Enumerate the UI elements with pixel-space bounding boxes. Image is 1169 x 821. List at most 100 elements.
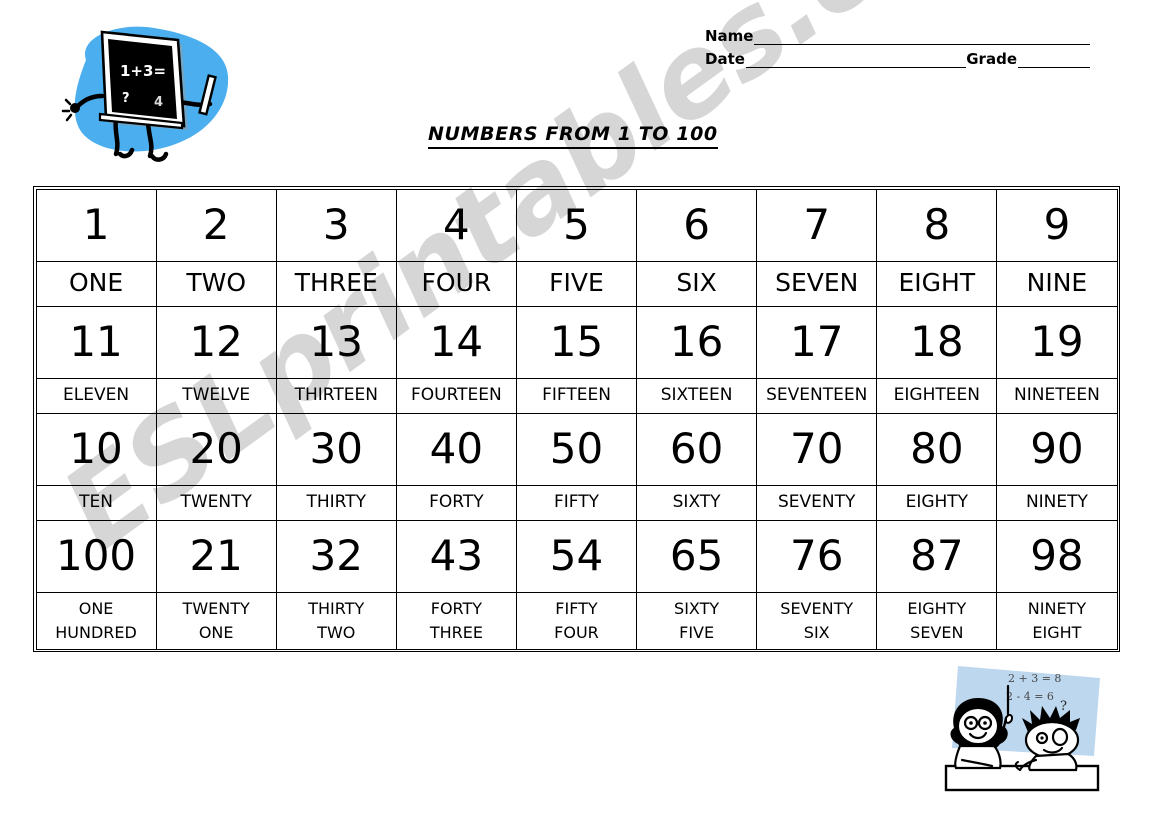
number-word-cell: SEVENTY SIX xyxy=(756,591,878,650)
worksheet-page: ESLprintables.com 1+3= ? 4 Name Date Gra… xyxy=(0,0,1169,821)
chalk-equation-text: 1+3= xyxy=(120,62,166,80)
numeral-cell: 11 xyxy=(35,305,157,379)
numeral-cell: 1 xyxy=(35,188,157,262)
number-word-cell: FIFTY FOUR xyxy=(515,591,638,650)
number-word-cell: TEN xyxy=(35,484,157,521)
table-row: 100 21 32 43 54 65 76 87 98 xyxy=(35,519,1118,593)
numbers-table-body: 1 2 3 4 5 6 7 8 9 ONE TWO THREE FOUR FIVE SIX SEVEN EIGH… xyxy=(35,188,1118,650)
number-word-cell: FIFTY xyxy=(515,484,638,521)
numeral-cell: 12 xyxy=(155,305,277,379)
numeral-cell: 13 xyxy=(275,305,397,379)
number-word-cell: ONE HUNDRED xyxy=(35,591,157,650)
numbers-table-frame: 1 2 3 4 5 6 7 8 9 ONE TWO THREE FOUR FIVE SIX SEVEN EIGH… xyxy=(33,186,1120,652)
number-word-cell: SIXTY xyxy=(636,484,758,521)
numeral-cell: 40 xyxy=(395,412,517,486)
number-word-cell: FOUR xyxy=(395,260,517,307)
page-title: NUMBERS FROM 1 TO 100 xyxy=(428,123,718,149)
student-info-header: Name Date Grade xyxy=(705,22,1090,68)
numeral-cell: 8 xyxy=(876,188,998,262)
number-word-cell: THIRTY TWO xyxy=(275,591,397,650)
number-word-cell: FIVE xyxy=(515,260,638,307)
board-question-mark: ? xyxy=(1060,699,1067,714)
number-word-cell: TWENTY xyxy=(155,484,277,521)
numeral-cell: 6 xyxy=(636,188,758,262)
name-row: Name xyxy=(705,22,1090,45)
number-word-cell: NINE xyxy=(996,260,1118,307)
number-word-cell: TWELVE xyxy=(155,377,277,414)
numeral-cell: 54 xyxy=(515,519,638,593)
numeral-cell: 43 xyxy=(395,519,517,593)
numeral-cell: 10 xyxy=(35,412,157,486)
table-row: ONE TWO THREE FOUR FIVE SIX SEVEN EIGHT NINE xyxy=(35,260,1118,307)
numeral-cell: 90 xyxy=(996,412,1118,486)
numeral-cell: 2 xyxy=(155,188,277,262)
numeral-cell: 60 xyxy=(636,412,758,486)
number-word-cell: SEVENTEEN xyxy=(756,377,878,414)
number-word-cell: EIGHTY xyxy=(876,484,998,521)
date-grade-row: Date Grade xyxy=(705,45,1090,68)
numeral-cell: 19 xyxy=(996,305,1118,379)
number-word-cell: SEVENTY xyxy=(756,484,878,521)
board-equation-2: 2 - 4 = 6 xyxy=(1006,690,1054,703)
numbers-table: 1 2 3 4 5 6 7 8 9 ONE TWO THREE FOUR FIVE SIX SEVEN EIGH… xyxy=(35,188,1118,650)
number-word-cell: EIGHTEEN xyxy=(876,377,998,414)
students-clipart: 2 + 3 = 8 2 - 4 = 6 ? xyxy=(928,652,1128,812)
numeral-cell: 50 xyxy=(515,412,638,486)
name-label: Name xyxy=(705,27,754,45)
number-word-cell: SIXTY FIVE xyxy=(636,591,758,650)
numeral-cell: 76 xyxy=(756,519,878,593)
name-write-line[interactable] xyxy=(754,29,1090,45)
numeral-cell: 17 xyxy=(756,305,878,379)
number-word-cell: TWO xyxy=(155,260,277,307)
table-row: 123456789 xyxy=(35,188,1118,262)
number-word-cell: NINETY EIGHT xyxy=(996,591,1118,650)
numeral-cell: 98 xyxy=(996,519,1118,593)
numeral-cell: 65 xyxy=(636,519,758,593)
numeral-cell: 30 xyxy=(275,412,397,486)
numeral-cell: 15 xyxy=(515,305,638,379)
chalk-question-text: ? xyxy=(122,91,130,106)
table-row: ONE HUNDRED TWENTY ONE THIRTY TWO FORTY THR… xyxy=(35,591,1118,650)
number-word-cell: TWENTY ONE xyxy=(155,591,277,650)
number-word-cell: NINETEEN xyxy=(996,377,1118,414)
numeral-cell: 70 xyxy=(756,412,878,486)
table-row: TEN TWENTY THIRTY FORTY FIFTY SIXTY SEVENTY EIG… xyxy=(35,484,1118,521)
numeral-cell: 9 xyxy=(996,188,1118,262)
numeral-cell: 3 xyxy=(275,188,397,262)
table-row: ELEVEN TWELVE THIRTEEN FOURTEEN FIFTEEN SIXTE… xyxy=(35,377,1118,414)
number-word-cell: SEVEN xyxy=(756,260,878,307)
board-equation-1: 2 + 3 = 8 xyxy=(1008,672,1061,685)
numeral-cell: 7 xyxy=(756,188,878,262)
number-word-cell: THREE xyxy=(275,260,397,307)
number-word-cell: NINETY xyxy=(996,484,1118,521)
table-row: 11 12 13 14 15 16 17 18 19 xyxy=(35,305,1118,379)
numeral-cell: 5 xyxy=(515,188,638,262)
number-word-cell: ELEVEN xyxy=(35,377,157,414)
grade-write-line[interactable] xyxy=(1018,52,1090,68)
numeral-cell: 87 xyxy=(876,519,998,593)
number-word-cell: FORTY THREE xyxy=(395,591,517,650)
date-write-line[interactable] xyxy=(745,52,967,68)
numeral-cell: 21 xyxy=(155,519,277,593)
numeral-cell: 32 xyxy=(275,519,397,593)
numeral-cell: 18 xyxy=(876,305,998,379)
number-word-cell: THIRTY xyxy=(275,484,397,521)
svg-text:4: 4 xyxy=(154,95,163,110)
number-word-cell: FIFTEEN xyxy=(515,377,638,414)
numeral-cell: 80 xyxy=(876,412,998,486)
numeral-cell: 20 xyxy=(155,412,277,486)
table-row: 10 20 30 40 50 60 70 80 90 xyxy=(35,412,1118,486)
blackboard-clipart: 1+3= ? 4 xyxy=(58,14,243,169)
numeral-cell: 14 xyxy=(395,305,517,379)
number-word-cell: SIX xyxy=(636,260,758,307)
number-word-cell: FOURTEEN xyxy=(395,377,517,414)
number-word-cell: FORTY xyxy=(395,484,517,521)
grade-label: Grade xyxy=(966,50,1017,68)
numeral-cell: 16 xyxy=(636,305,758,379)
numeral-cell: 100 xyxy=(35,519,157,593)
number-word-cell: EIGHTY SEVEN xyxy=(876,591,998,650)
number-word-cell: EIGHT xyxy=(876,260,998,307)
date-label: Date xyxy=(705,50,745,68)
numeral-cell: 4 xyxy=(395,188,517,262)
number-word-cell: SIXTEEN xyxy=(636,377,758,414)
